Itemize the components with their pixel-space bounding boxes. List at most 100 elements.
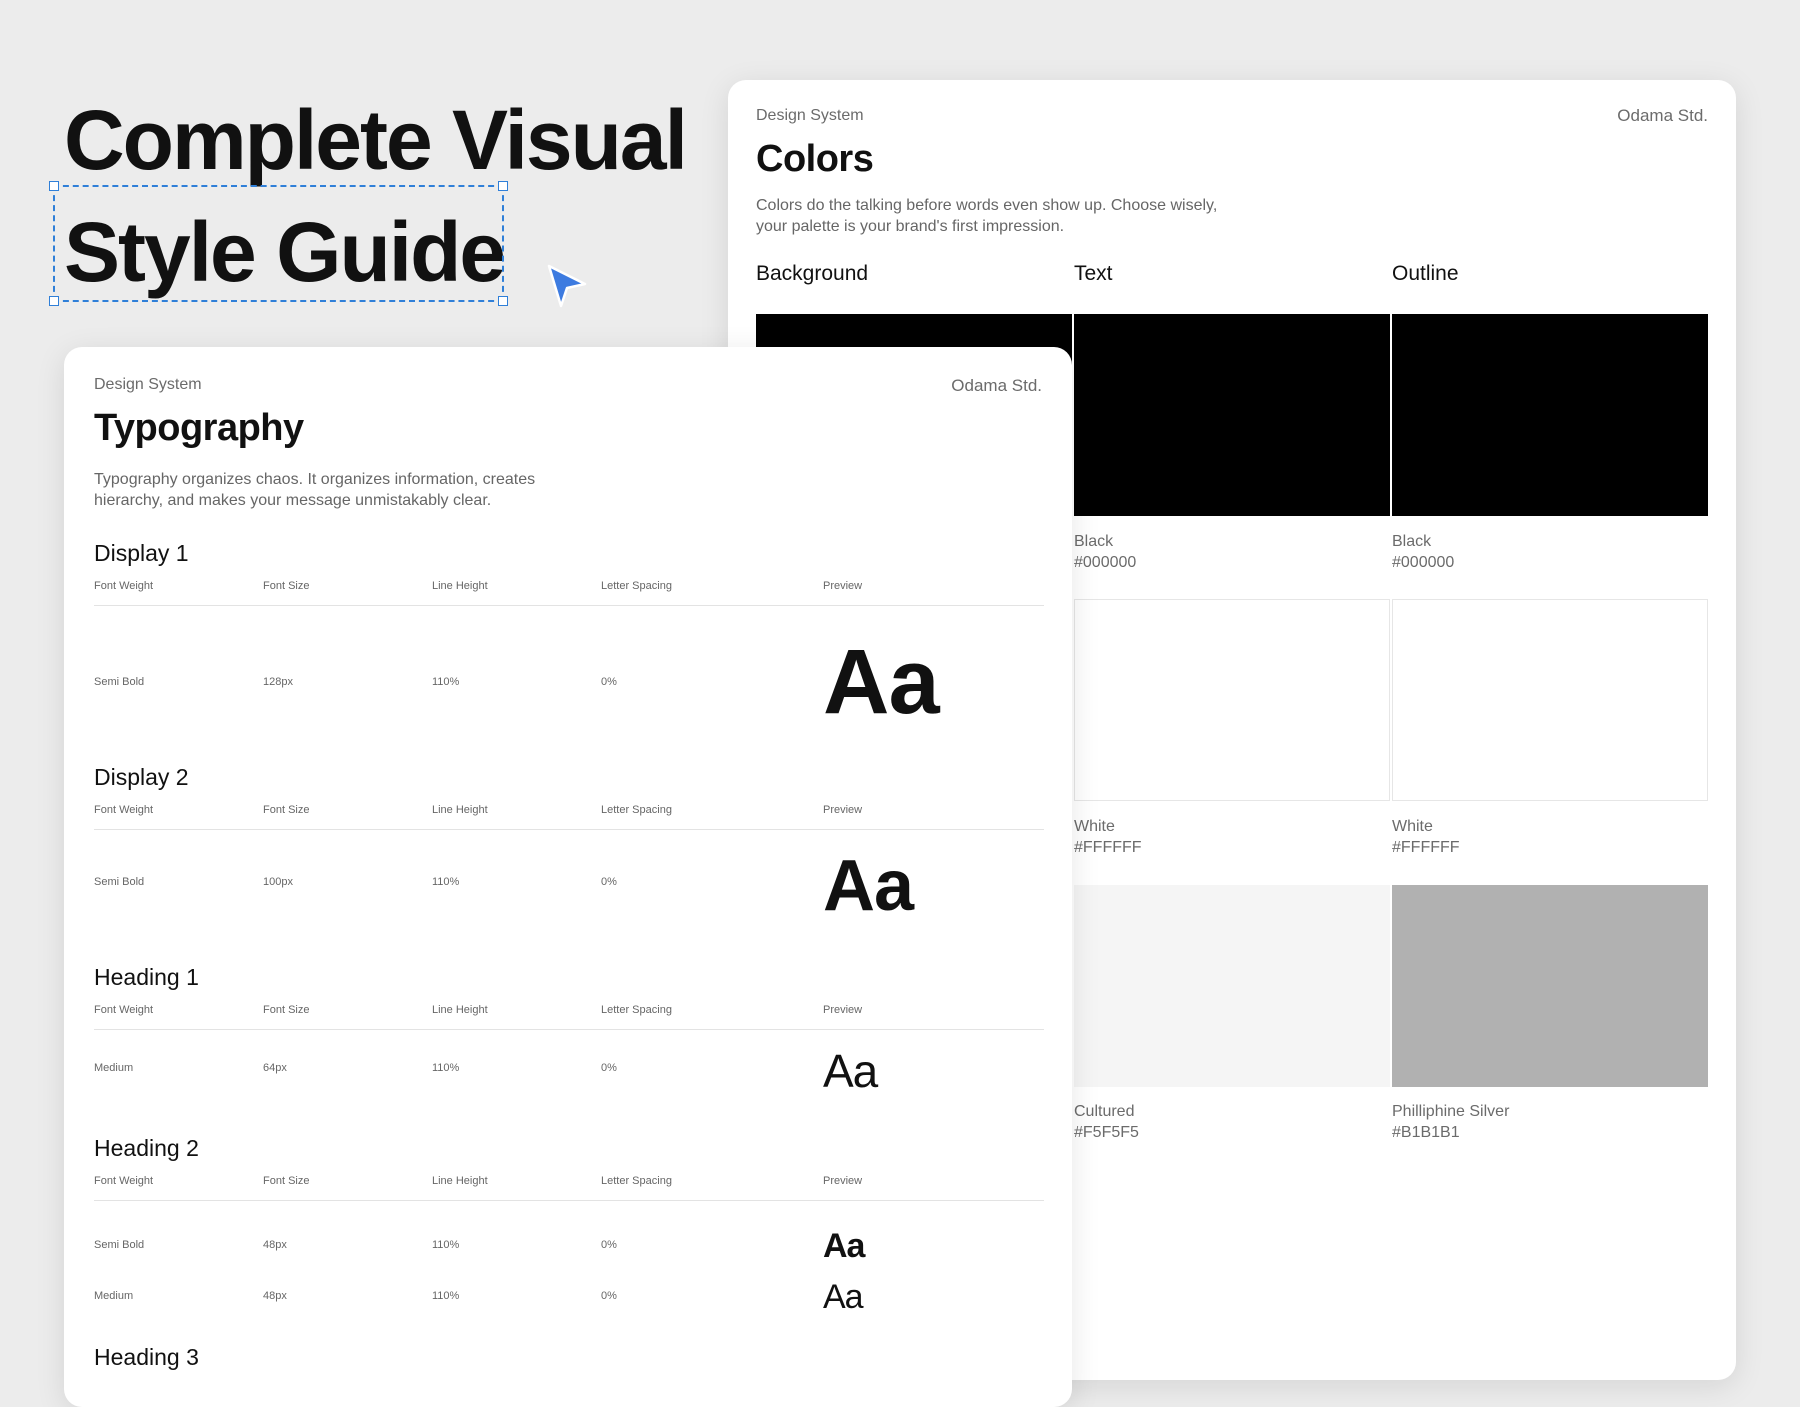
cell-weight: Semi Bold	[94, 876, 145, 888]
swatch-name: Cultured	[1074, 1103, 1135, 1120]
col-font-size: Font Size	[263, 804, 310, 816]
swatch-hex: #000000	[1392, 554, 1455, 571]
type-section-name: Display 2	[94, 764, 189, 790]
resize-handle-bottom-right[interactable]	[498, 296, 508, 306]
col-letter-spacing: Letter Spacing	[601, 804, 672, 816]
cell-letter-spacing: 0%	[601, 876, 617, 888]
col-preview: Preview	[823, 804, 863, 816]
swatch-outline-black[interactable]	[1392, 314, 1708, 516]
pointer-cursor-icon	[547, 264, 587, 308]
colors-eyebrow: Design System	[756, 107, 864, 124]
colors-description: Colors do the talking before words even …	[756, 195, 1276, 237]
swatch-hex: #FFFFFF	[1392, 839, 1460, 856]
col-font-weight: Font Weight	[94, 580, 154, 592]
cell-weight: Semi Bold	[94, 676, 145, 688]
preview-heading-1: Aa	[823, 1045, 878, 1097]
cell-letter-spacing: 0%	[601, 1062, 617, 1074]
colors-description-line-2: your palette is your brand's first impre…	[756, 218, 1065, 235]
col-letter-spacing: Letter Spacing	[601, 1175, 672, 1187]
swatch-name: White	[1074, 818, 1115, 835]
divider	[94, 1200, 1044, 1201]
col-font-weight: Font Weight	[94, 1004, 154, 1016]
swatch-hex: #B1B1B1	[1392, 1124, 1460, 1141]
col-preview: Preview	[823, 1175, 863, 1187]
swatch-hex: #000000	[1074, 554, 1137, 571]
preview-heading-2-medium: Aa	[823, 1278, 864, 1316]
swatch-text-white-label: White #FFFFFF	[1074, 816, 1142, 858]
colors-description-line-1: Colors do the talking before words even …	[756, 197, 1218, 214]
swatch-text-cultured[interactable]	[1074, 885, 1390, 1087]
type-section-name: Heading 1	[94, 964, 199, 990]
col-line-height: Line Height	[432, 804, 488, 816]
cell-line-height: 110%	[432, 876, 460, 888]
colors-title: Colors	[756, 138, 874, 180]
col-line-height: Line Height	[432, 1175, 488, 1187]
col-preview: Preview	[823, 1004, 863, 1016]
cell-size: 100px	[263, 876, 293, 888]
cell-line-height: 110%	[432, 1290, 460, 1302]
divider	[94, 1029, 1044, 1030]
col-font-size: Font Size	[263, 1004, 310, 1016]
cell-letter-spacing: 0%	[601, 1290, 617, 1302]
typography-description-line-2: hierarchy, and makes your message unmist…	[94, 492, 492, 509]
resize-handle-bottom-left[interactable]	[49, 296, 59, 306]
type-section-name: Display 1	[94, 540, 189, 566]
colors-brand: Odama Std.	[1617, 106, 1708, 125]
swatch-outline-white-label: White #FFFFFF	[1392, 816, 1460, 858]
swatch-name: Black	[1074, 533, 1114, 550]
swatch-name: White	[1392, 818, 1433, 835]
swatch-text-black[interactable]	[1074, 314, 1390, 516]
typography-description-line-1: Typography organizes chaos. It organizes…	[94, 471, 536, 488]
typography-card: Design System Odama Std. Typography Typo…	[64, 347, 1072, 1407]
col-letter-spacing: Letter Spacing	[601, 580, 672, 592]
cell-line-height: 110%	[432, 1062, 460, 1074]
preview-display-2: Aa	[823, 846, 914, 926]
cell-size: 48px	[263, 1290, 287, 1302]
col-preview: Preview	[823, 580, 863, 592]
col-font-size: Font Size	[263, 580, 310, 592]
swatch-outline-silver-label: Philliphine Silver #B1B1B1	[1392, 1101, 1509, 1143]
cell-size: 128px	[263, 676, 293, 688]
cell-size: 48px	[263, 1239, 287, 1251]
typography-brand: Odama Std.	[951, 376, 1042, 395]
col-line-height: Line Height	[432, 580, 488, 592]
cell-weight: Medium	[94, 1062, 134, 1074]
preview-heading-2-semibold: Aa	[823, 1227, 865, 1265]
col-font-weight: Font Weight	[94, 1175, 154, 1187]
swatch-text-cultured-label: Cultured #F5F5F5	[1074, 1101, 1139, 1143]
resize-handle-top-left[interactable]	[49, 181, 59, 191]
swatch-text-black-label: Black #000000	[1074, 531, 1136, 573]
divider	[94, 605, 1044, 606]
swatch-text-white[interactable]	[1074, 599, 1390, 801]
col-line-height: Line Height	[432, 1004, 488, 1016]
cell-weight: Semi Bold	[94, 1239, 145, 1251]
divider	[94, 829, 1044, 830]
column-header-outline: Outline	[1392, 262, 1459, 285]
cell-line-height: 110%	[432, 1239, 460, 1251]
cell-size: 64px	[263, 1062, 287, 1074]
resize-handle-top-right[interactable]	[498, 181, 508, 191]
cell-weight: Medium	[94, 1290, 134, 1302]
selection-box[interactable]	[49, 181, 508, 306]
type-section-name: Heading 2	[94, 1135, 199, 1161]
col-font-size: Font Size	[263, 1175, 310, 1187]
swatch-outline-black-label: Black #000000	[1392, 531, 1454, 573]
swatch-outline-white[interactable]	[1392, 599, 1708, 801]
col-font-weight: Font Weight	[94, 804, 154, 816]
swatch-name: Philliphine Silver	[1392, 1103, 1510, 1120]
swatch-outline-silver[interactable]	[1392, 885, 1708, 1087]
cell-line-height: 110%	[432, 676, 460, 688]
swatch-hex: #F5F5F5	[1074, 1124, 1139, 1141]
swatch-name: Black	[1392, 533, 1432, 550]
typography-description: Typography organizes chaos. It organizes…	[94, 469, 614, 511]
swatch-hex: #FFFFFF	[1074, 839, 1142, 856]
column-header-text: Text	[1074, 262, 1113, 285]
column-header-background: Background	[756, 262, 869, 285]
col-letter-spacing: Letter Spacing	[601, 1004, 672, 1016]
cell-letter-spacing: 0%	[601, 1239, 617, 1251]
cell-letter-spacing: 0%	[601, 676, 617, 688]
typography-title: Typography	[94, 407, 304, 449]
typography-eyebrow: Design System	[94, 376, 202, 393]
preview-display-1: Aa	[823, 631, 940, 733]
type-section-name: Heading 3	[94, 1344, 199, 1370]
